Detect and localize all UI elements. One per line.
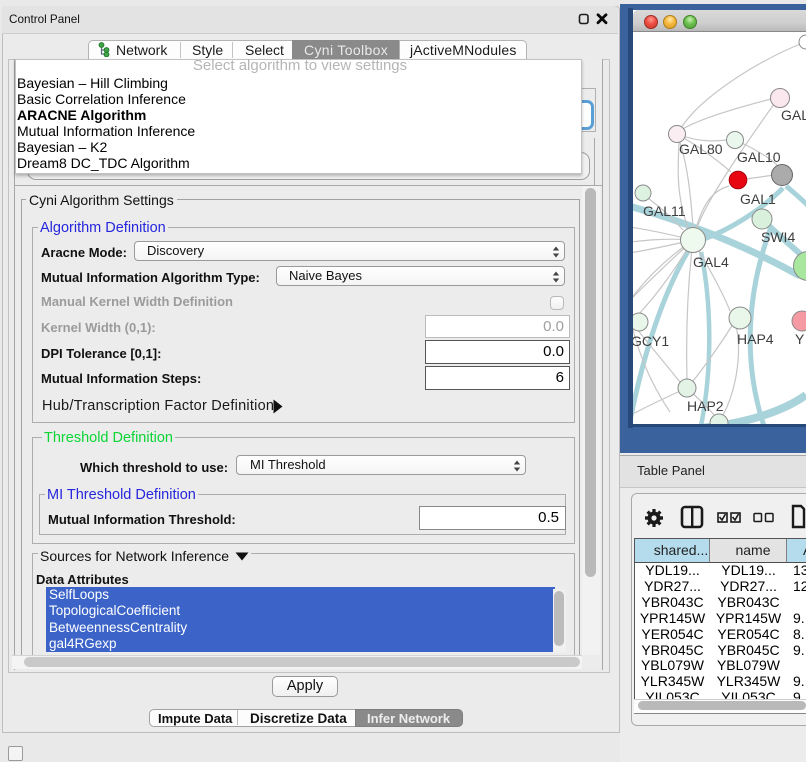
svg-text:Y: Y <box>795 331 805 347</box>
svg-text:GAL10: GAL10 <box>737 149 781 165</box>
svg-text:GAL1: GAL1 <box>740 191 776 207</box>
svg-text:HAP2: HAP2 <box>687 398 724 414</box>
svg-text:GAL11: GAL11 <box>643 203 686 219</box>
svg-text:HAP4: HAP4 <box>737 331 774 347</box>
svg-text:GAL80: GAL80 <box>679 141 723 157</box>
svg-text:GAL4: GAL4 <box>693 254 729 270</box>
svg-text:GAL7: GAL7 <box>781 107 806 123</box>
svg-text:GCY1: GCY1 <box>633 333 669 349</box>
svg-text:SWI4: SWI4 <box>761 229 795 245</box>
